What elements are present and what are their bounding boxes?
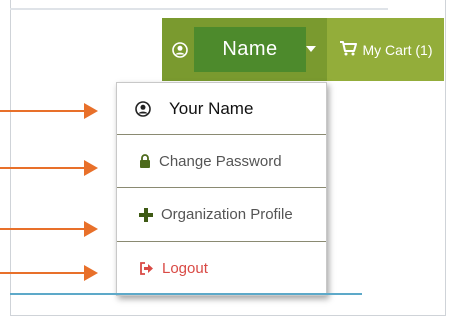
user-dropdown-menu: Your Name Change Password Organization P… xyxy=(116,82,327,296)
menu-item-organization-profile[interactable]: Organization Profile xyxy=(117,188,326,242)
menu-item-label: Change Password xyxy=(159,152,282,170)
cart-icon xyxy=(339,40,357,59)
chevron-down-icon[interactable] xyxy=(306,46,316,52)
user-circle-icon xyxy=(172,41,188,58)
menu-item-logout[interactable]: Logout xyxy=(117,242,326,295)
menu-item-label: Your Name xyxy=(169,98,254,118)
logout-icon xyxy=(139,262,154,275)
menu-item-label: Organization Profile xyxy=(161,206,293,223)
user-menu-button[interactable]: Name xyxy=(162,18,327,81)
header-bar: Name My Cart (1) xyxy=(162,18,444,81)
menu-item-your-name[interactable]: Your Name xyxy=(117,83,326,135)
user-circle-icon xyxy=(135,100,151,117)
bottom-divider xyxy=(10,293,362,295)
annotation-arrow xyxy=(0,160,98,176)
cart-label: My Cart (1) xyxy=(362,41,433,58)
user-name-label[interactable]: Name xyxy=(194,27,306,72)
plus-icon xyxy=(139,207,153,222)
annotation-arrow xyxy=(0,103,98,119)
menu-item-change-password[interactable]: Change Password xyxy=(117,135,326,188)
cart-button[interactable]: My Cart (1) xyxy=(327,18,444,81)
lock-icon xyxy=(139,154,151,168)
annotation-arrow xyxy=(0,265,98,281)
annotation-arrow xyxy=(0,221,98,237)
menu-item-label: Logout xyxy=(162,260,208,277)
top-divider xyxy=(10,8,388,10)
